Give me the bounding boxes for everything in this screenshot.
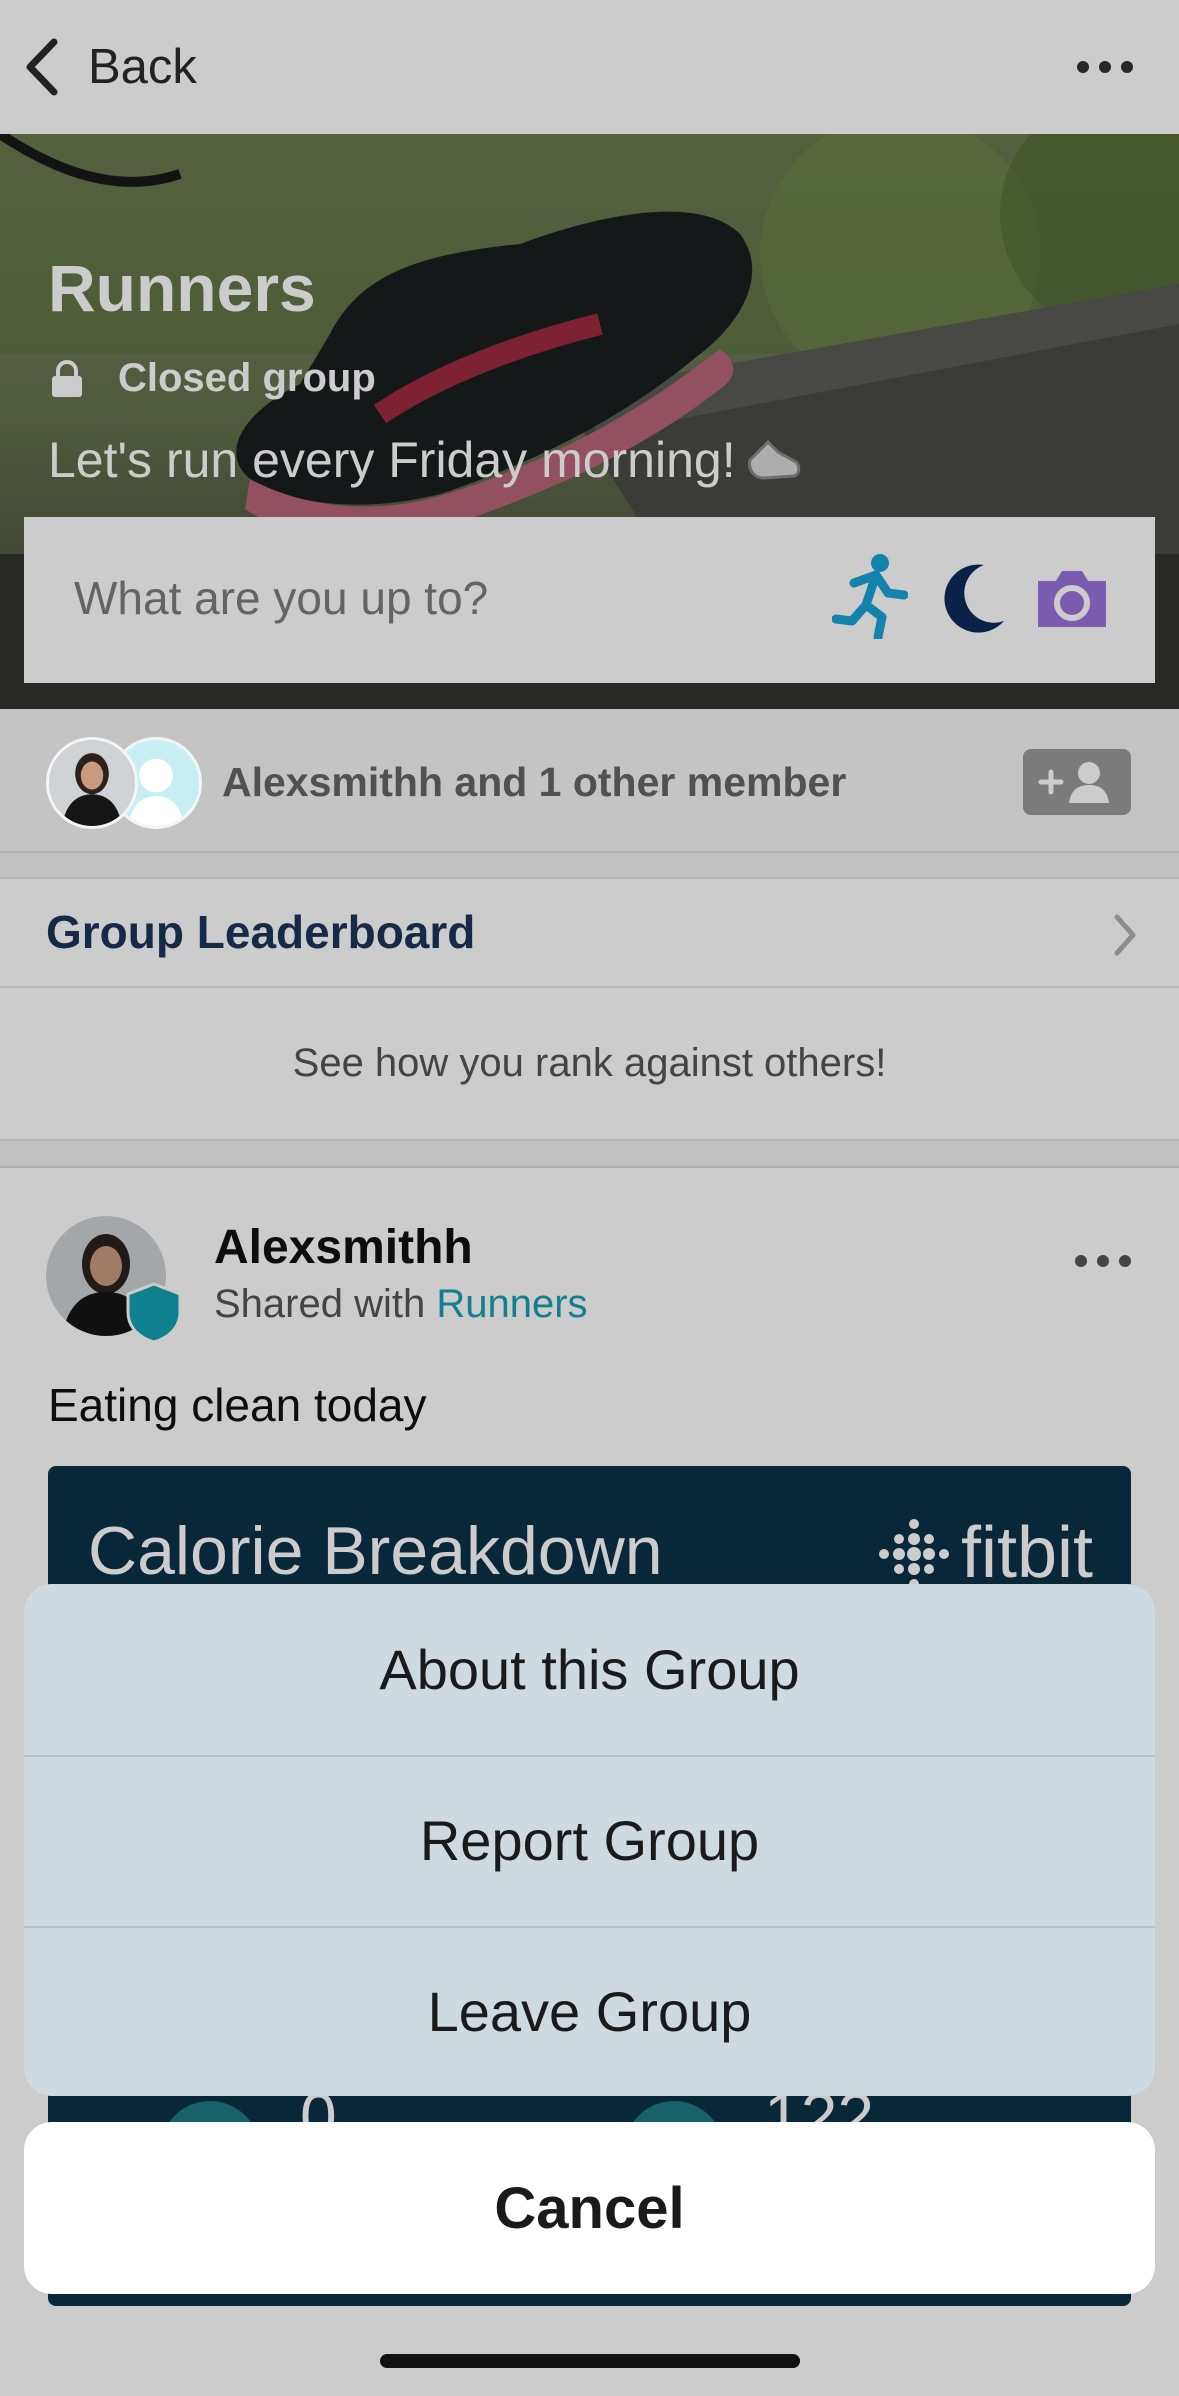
sheet-item-leave[interactable]: Leave Group bbox=[24, 1926, 1155, 2096]
cancel-button[interactable]: Cancel bbox=[24, 2122, 1155, 2294]
member-avatars bbox=[46, 737, 206, 831]
sheet-item-about[interactable]: About this Group bbox=[24, 1584, 1155, 1755]
sheet-item-report[interactable]: Report Group bbox=[24, 1755, 1155, 1926]
avatar bbox=[46, 737, 138, 829]
action-sheet: About this Group Report Group Leave Grou… bbox=[24, 1584, 1155, 2096]
home-indicator bbox=[380, 2354, 800, 2368]
